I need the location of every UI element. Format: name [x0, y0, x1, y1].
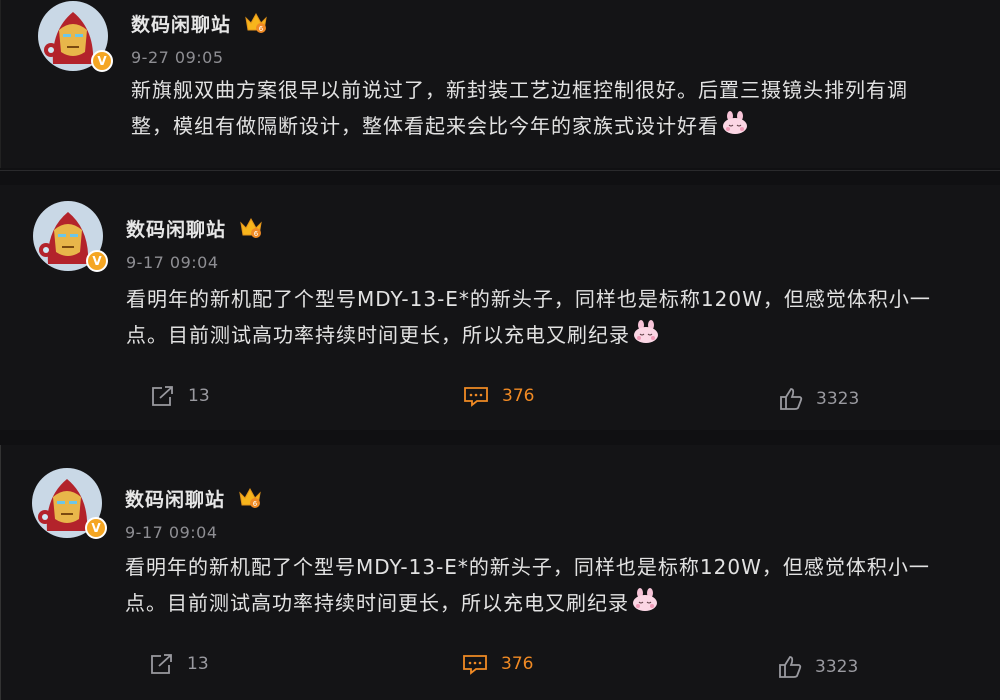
crown-vip-icon: 6 — [237, 485, 263, 513]
verified-badge-icon: V — [85, 517, 107, 539]
comment-button[interactable]: 376 — [462, 385, 534, 407]
post-time: 9-27 09:05 — [131, 48, 224, 67]
like-button[interactable]: 3323 — [777, 655, 858, 679]
weibo-feed: V 数码闲聊站 6 9-27 09:05 新旗舰双曲方案很早以前说过了，新封装工… — [0, 0, 1000, 700]
avatar[interactable]: V — [31, 467, 107, 539]
repost-button[interactable]: 13 — [150, 385, 210, 407]
post-text-line: 看明年的新机配了个型号MDY-13-E*的新头子，同样也是标称120W，但感觉体… — [126, 287, 931, 311]
post-text-line: 新旗舰双曲方案很早以前说过了，新封装工艺边框控制很好。后置三摄镜头排列有调 — [131, 78, 908, 102]
verified-badge-icon: V — [91, 50, 113, 72]
post-card: V 数码闲聊站 6 9-27 09:05 新旗舰双曲方案很早以前说过了，新封装工… — [0, 0, 1000, 168]
post-time: 9-17 09:04 — [126, 253, 219, 272]
username[interactable]: 数码闲聊站 — [131, 10, 231, 37]
post-card: V 数码闲聊站 6 9-17 09:04 看明年的新机配了个型号MDY-13-E… — [0, 185, 1000, 430]
comment-count: 376 — [502, 386, 535, 406]
repost-count: 13 — [188, 386, 210, 406]
post-text-line-content: 整，模组有做隔断设计，整体看起来会比今年的家族式设计好看 — [131, 114, 719, 138]
repost-count: 13 — [187, 654, 209, 674]
divider — [0, 170, 1000, 171]
like-icon — [780, 388, 803, 410]
post-text: 看明年的新机配了个型号MDY-13-E*的新头子，同样也是标称120W，但感觉体… — [126, 281, 976, 355]
avatar[interactable]: V — [32, 200, 108, 272]
post-text-line: 点。目前测试高功率持续时间更长，所以充电又刷纪录 — [125, 585, 975, 623]
bunny-emoji-icon — [631, 587, 659, 623]
post-text: 新旗舰双曲方案很早以前说过了，新封装工艺边框控制很好。后置三摄镜头排列有调 整，… — [131, 72, 971, 146]
repost-icon — [151, 654, 172, 674]
repost-icon — [152, 386, 173, 406]
avatar[interactable]: V — [37, 0, 113, 72]
like-icon — [779, 656, 802, 678]
comment-icon — [463, 655, 487, 675]
svg-text:6: 6 — [253, 500, 258, 508]
like-count: 3323 — [816, 389, 860, 409]
crown-vip-icon: 6 — [243, 10, 269, 38]
comment-button[interactable]: 376 — [461, 653, 533, 675]
like-button[interactable]: 3323 — [778, 387, 859, 411]
post-text-line-content: 点。目前测试高功率持续时间更长，所以充电又刷纪录 — [125, 591, 629, 615]
comment-count: 376 — [501, 654, 534, 674]
bunny-emoji-icon — [721, 110, 749, 146]
post-text-line: 点。目前测试高功率持续时间更长，所以充电又刷纪录 — [126, 317, 976, 355]
bunny-emoji-icon — [632, 319, 660, 355]
svg-text:6: 6 — [259, 25, 264, 33]
username[interactable]: 数码闲聊站 — [125, 485, 225, 512]
post-time: 9-17 09:04 — [125, 523, 218, 542]
repost-button[interactable]: 13 — [149, 653, 209, 675]
svg-text:6: 6 — [254, 230, 259, 238]
username[interactable]: 数码闲聊站 — [126, 215, 226, 242]
post-text-line: 看明年的新机配了个型号MDY-13-E*的新头子，同样也是标称120W，但感觉体… — [125, 555, 930, 579]
verified-badge-icon: V — [86, 250, 108, 272]
comment-icon — [464, 387, 488, 407]
post-text-line-content: 点。目前测试高功率持续时间更长，所以充电又刷纪录 — [126, 323, 630, 347]
post-card: V 数码闲聊站 6 9-17 09:04 看明年的新机配了个型号MDY-13-E… — [0, 445, 1000, 700]
crown-vip-icon: 6 — [238, 215, 264, 243]
post-text: 看明年的新机配了个型号MDY-13-E*的新头子，同样也是标称120W，但感觉体… — [125, 549, 975, 623]
post-text-line: 整，模组有做隔断设计，整体看起来会比今年的家族式设计好看 — [131, 108, 971, 146]
like-count: 3323 — [815, 657, 859, 677]
